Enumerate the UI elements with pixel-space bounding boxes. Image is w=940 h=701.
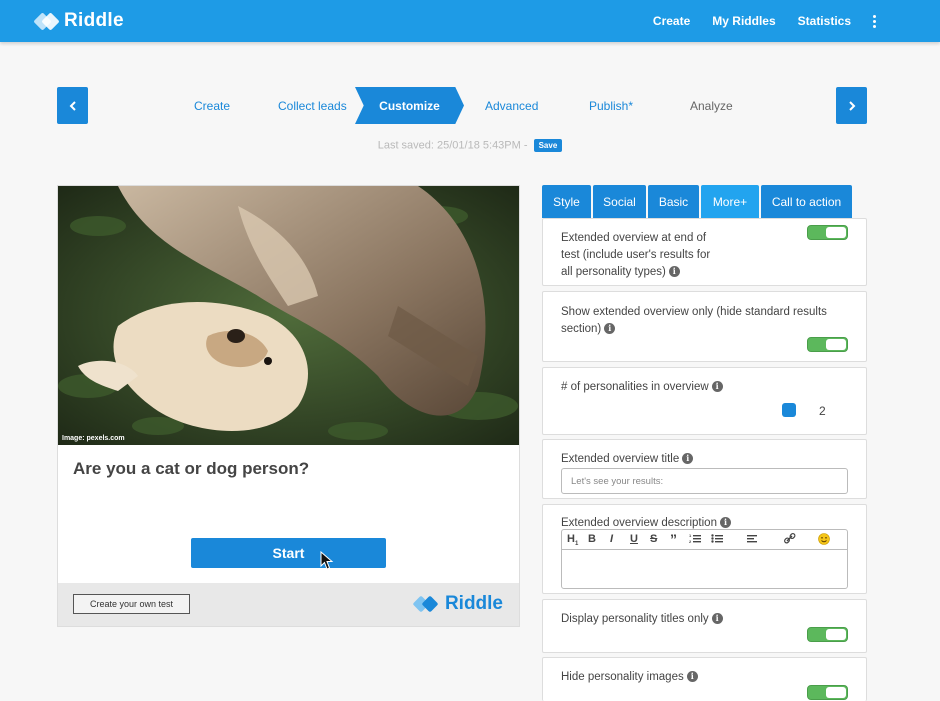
footer-riddle-logo[interactable]: Riddle — [412, 593, 503, 615]
cat-dog-photo: Image: pexels.com — [58, 186, 519, 445]
top-nav: Create My Riddles Statistics — [653, 0, 940, 42]
info-icon[interactable]: i — [686, 671, 698, 683]
tab-more[interactable]: More+ — [701, 185, 759, 218]
titles-only-toggle[interactable] — [807, 627, 848, 642]
option-label: Show extended overview only (hide standa… — [561, 306, 827, 335]
riddle-logo[interactable]: Riddle — [33, 10, 124, 32]
start-button[interactable]: Start — [191, 538, 386, 568]
logo-text: Riddle — [64, 10, 124, 31]
photo-credit: Image: pexels.com — [62, 435, 125, 442]
extended-overview-only-toggle[interactable] — [807, 337, 848, 352]
overview-title-input[interactable]: Let's see your results: — [561, 468, 848, 494]
nav-my-riddles[interactable]: My Riddles — [712, 14, 775, 28]
info-icon[interactable]: i — [711, 381, 723, 393]
question-title: Are you a cat or dog person? — [73, 459, 310, 478]
info-icon[interactable]: i — [711, 613, 723, 625]
strikethrough-icon[interactable]: S — [650, 533, 657, 545]
chevron-right-icon — [848, 100, 855, 111]
overview-description-editor[interactable] — [561, 549, 848, 589]
option-extended-overview-end: Extended overview at end of test (includ… — [542, 218, 867, 286]
option-label: Extended overview at end of test (includ… — [561, 232, 711, 278]
chevron-left-icon — [69, 100, 76, 111]
save-button[interactable]: Save — [533, 139, 563, 152]
personalities-count-value: 2 — [819, 404, 826, 418]
svg-text:2: 2 — [689, 539, 692, 544]
svg-text:1: 1 — [689, 533, 692, 538]
quote-icon[interactable]: ” — [670, 531, 677, 547]
option-titles-only: Display personality titles only i — [542, 599, 867, 653]
create-own-test-button[interactable]: Create your own test — [73, 594, 190, 614]
italic-icon[interactable]: I — [610, 533, 613, 545]
option-label: Display personality titles only i — [561, 611, 723, 628]
extended-overview-end-toggle[interactable] — [807, 225, 848, 240]
emoji-icon[interactable] — [818, 533, 830, 548]
step-create[interactable]: Create — [194, 87, 230, 124]
step-analyze[interactable]: Analyze — [690, 87, 733, 124]
kebab-menu-icon[interactable] — [873, 14, 876, 29]
info-icon[interactable]: i — [668, 266, 680, 278]
option-extended-overview-only: Show extended overview only (hide standa… — [542, 291, 867, 362]
step-customize[interactable]: Customize — [355, 87, 464, 124]
next-step-button[interactable] — [836, 87, 867, 124]
mouse-cursor-icon — [320, 551, 334, 570]
info-icon[interactable]: i — [682, 453, 694, 465]
underline-icon[interactable]: U — [630, 533, 638, 545]
save-status: Last saved: 25/01/18 5:43PM - Save — [0, 139, 940, 152]
option-overview-description: Extended overview description i H1 B I U … — [542, 504, 867, 594]
step-collect-leads[interactable]: Collect leads — [278, 87, 347, 124]
bullet-list-icon[interactable] — [711, 533, 723, 547]
option-overview-title: Extended overview title i Let's see your … — [542, 439, 867, 499]
info-icon[interactable]: i — [719, 517, 731, 529]
preview-footer: Create your own test Riddle — [58, 583, 519, 626]
option-label: Extended overview title i — [561, 451, 694, 468]
settings-tabs: Style Social Basic More+ Call to action — [542, 185, 854, 218]
nav-create[interactable]: Create — [653, 14, 690, 28]
step-advanced[interactable]: Advanced — [485, 87, 538, 124]
riddle-preview: Image: pexels.com Are you a cat or dog p… — [57, 185, 520, 627]
align-left-icon[interactable] — [747, 533, 759, 547]
option-hide-images: Hide personality images i — [542, 657, 867, 701]
tab-basic[interactable]: Basic — [648, 185, 699, 218]
footer-logo-text: Riddle — [444, 593, 503, 614]
link-icon[interactable] — [784, 533, 796, 547]
riddle-logo-icon — [412, 595, 443, 613]
tab-style[interactable]: Style — [542, 185, 591, 218]
tab-call-to-action[interactable]: Call to action — [761, 185, 852, 218]
wizard-steps: Create Collect leads Customize Advanced … — [165, 87, 765, 124]
info-icon[interactable]: i — [604, 323, 616, 335]
option-label: # of personalities in overview i — [561, 379, 723, 396]
personalities-count-slider-handle[interactable] — [782, 403, 796, 417]
top-bar: Riddle Create My Riddles Statistics — [0, 0, 940, 42]
tab-social[interactable]: Social — [593, 185, 646, 218]
step-publish[interactable]: Publish* — [589, 87, 633, 124]
previous-step-button[interactable] — [57, 87, 88, 124]
bold-icon[interactable]: B — [588, 533, 596, 545]
riddle-logo-icon — [33, 12, 60, 31]
editor-toolbar: H1 B I U S ” 12 — [561, 529, 848, 550]
option-personalities-count: # of personalities in overview i 2 — [542, 367, 867, 435]
last-saved-text: Last saved: 25/01/18 5:43PM - — [377, 139, 528, 152]
ordered-list-icon[interactable]: 12 — [689, 533, 701, 547]
hide-images-toggle[interactable] — [807, 685, 848, 700]
nav-statistics[interactable]: Statistics — [798, 14, 851, 28]
heading-icon[interactable]: H1 — [567, 533, 578, 547]
option-label: Hide personality images i — [561, 669, 698, 686]
